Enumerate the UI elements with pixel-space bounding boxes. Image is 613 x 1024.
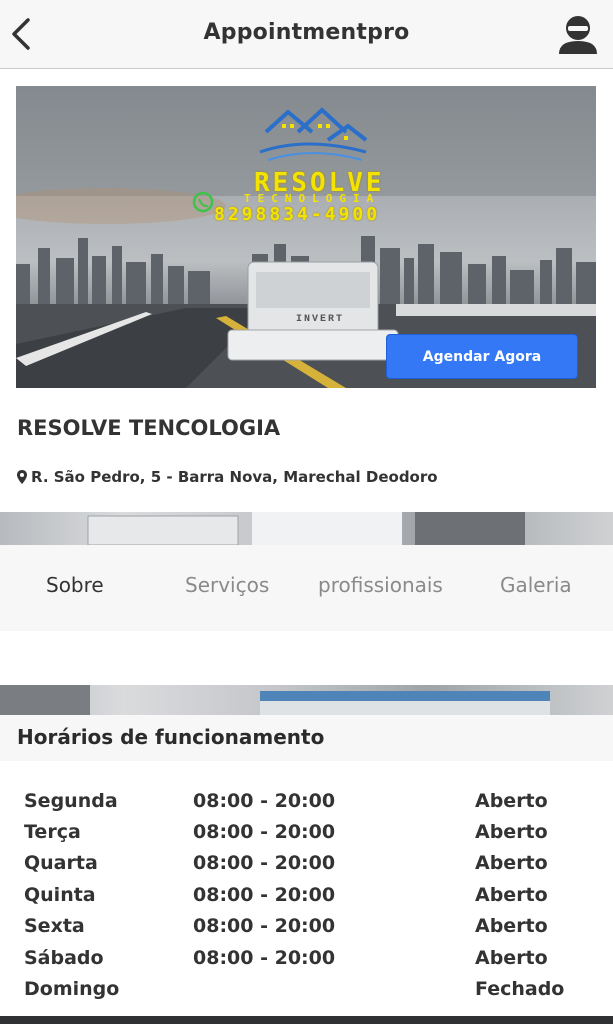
schedule-now-button[interactable]: Agendar Agora (386, 334, 578, 379)
hours-row: Sexta 08:00 - 20:00 Aberto (0, 915, 613, 945)
user-avatar-icon (559, 16, 597, 54)
hours-day: Sábado (24, 947, 104, 969)
hours-row: Sábado 08:00 - 20:00 Aberto (0, 947, 613, 977)
hours-time: 08:00 - 20:00 (193, 915, 336, 937)
app-title: Appointmentpro (203, 20, 410, 45)
hours-time: 08:00 - 20:00 (193, 947, 336, 969)
hours-day: Sexta (24, 915, 85, 937)
hours-row: Segunda 08:00 - 20:00 Aberto (0, 790, 613, 820)
hours-time: 08:00 - 20:00 (193, 884, 336, 906)
hours-day: Quarta (24, 852, 98, 874)
hours-status: Aberto (475, 852, 548, 874)
tab-galeria[interactable]: Galeria (500, 573, 572, 597)
strip-image (0, 685, 550, 715)
hours-day: Segunda (24, 790, 118, 812)
hours-day: Terça (24, 821, 81, 843)
hours-row: Quarta 08:00 - 20:00 Aberto (0, 852, 613, 882)
business-name: RESOLVE TENCOLOGIA (17, 416, 281, 440)
hours-status: Aberto (475, 884, 548, 906)
hours-day: Quinta (24, 884, 96, 906)
banner-unit-label: INVERT (296, 314, 345, 325)
hours-time: 08:00 - 20:00 (193, 821, 336, 843)
tab-profissionais[interactable]: profissionais (318, 573, 443, 597)
decorative-strip-bottom (0, 685, 613, 715)
hours-status: Aberto (475, 947, 548, 969)
hours-status: Fechado (475, 978, 565, 1000)
banner-phone-text: 8298834-4900 (214, 204, 381, 225)
bottom-edge-bar (0, 1016, 613, 1024)
hours-day: Domingo (24, 978, 120, 1000)
hours-header: Horários de funcionamento (0, 715, 613, 761)
hours-title: Horários de funcionamento (17, 725, 325, 749)
section-tabs: Sobre Serviços profissionais Galeria (0, 545, 613, 631)
hours-status: Aberto (475, 790, 548, 812)
address-text: R. São Pedro, 5 - Barra Nova, Marechal D… (31, 468, 438, 486)
hours-row: Domingo Fechado (0, 978, 613, 1008)
top-bar: Appointmentpro (0, 0, 613, 69)
hours-row: Quinta 08:00 - 20:00 Aberto (0, 884, 613, 914)
business-address: R. São Pedro, 5 - Barra Nova, Marechal D… (17, 468, 438, 486)
strip-image (87, 512, 525, 545)
business-banner: RESOLVE TECNOLOGIA 8298834-4900 INVERT A… (16, 86, 596, 388)
hours-status: Aberto (475, 915, 548, 937)
map-pin-icon (17, 470, 27, 484)
profile-button[interactable] (556, 12, 600, 56)
tab-servicos[interactable]: Serviços (185, 573, 269, 597)
hours-row: Terça 08:00 - 20:00 Aberto (0, 821, 613, 851)
hours-time: 08:00 - 20:00 (193, 790, 336, 812)
tab-sobre[interactable]: Sobre (46, 573, 104, 597)
hours-time: 08:00 - 20:00 (193, 852, 336, 874)
hours-status: Aberto (475, 821, 548, 843)
decorative-strip-top (0, 512, 613, 545)
